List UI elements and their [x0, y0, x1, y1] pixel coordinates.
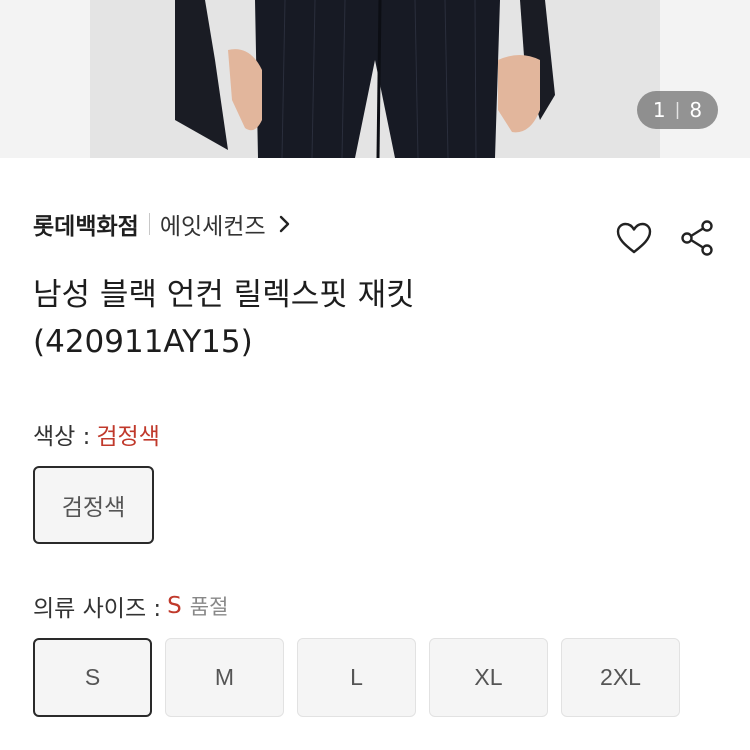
color-label-text: 색상 :	[33, 424, 91, 450]
brand-breadcrumb[interactable]: 롯데백화점 에잇세컨즈	[33, 206, 292, 242]
indicator-separator: |	[674, 100, 681, 120]
size-option-m[interactable]: M	[165, 638, 284, 717]
brand-divider	[148, 213, 150, 235]
size-option-label: 의류 사이즈 : S 품절	[33, 589, 228, 623]
color-option-label: 색상 : 검정색	[33, 417, 160, 451]
brand-name-link[interactable]: 에잇세컨즈	[160, 207, 266, 241]
product-code: (420911AY15)	[33, 324, 253, 360]
sold-out-badge: 품절	[189, 595, 229, 619]
share-icon	[681, 220, 713, 256]
product-photo	[0, 0, 750, 158]
selected-size: S	[167, 593, 182, 619]
color-option-black[interactable]: 검정색	[33, 466, 154, 544]
current-image-number: 1	[652, 98, 666, 122]
size-label-text: 의류 사이즈 :	[33, 596, 162, 622]
product-title: 남성 블랙 언컨 릴렉스핏 재킷 (420911AY15)	[33, 272, 593, 366]
size-option-2xl[interactable]: 2XL	[561, 638, 680, 717]
size-option-xl[interactable]: XL	[429, 638, 548, 717]
selected-color: 검정색	[96, 424, 160, 450]
size-option-l[interactable]: L	[297, 638, 416, 717]
total-image-count: 8	[689, 98, 703, 122]
product-name: 남성 블랙 언컨 릴렉스핏 재킷	[33, 277, 415, 313]
wishlist-button[interactable]	[612, 216, 656, 260]
size-option-s[interactable]: S	[33, 638, 152, 717]
product-image[interactable]: 1 | 8	[0, 0, 750, 158]
store-name: 롯데백화점	[33, 214, 139, 240]
chevron-right-icon[interactable]	[278, 214, 292, 234]
image-page-indicator: 1 | 8	[637, 91, 718, 129]
share-button[interactable]	[675, 216, 719, 260]
heart-icon	[616, 222, 652, 254]
